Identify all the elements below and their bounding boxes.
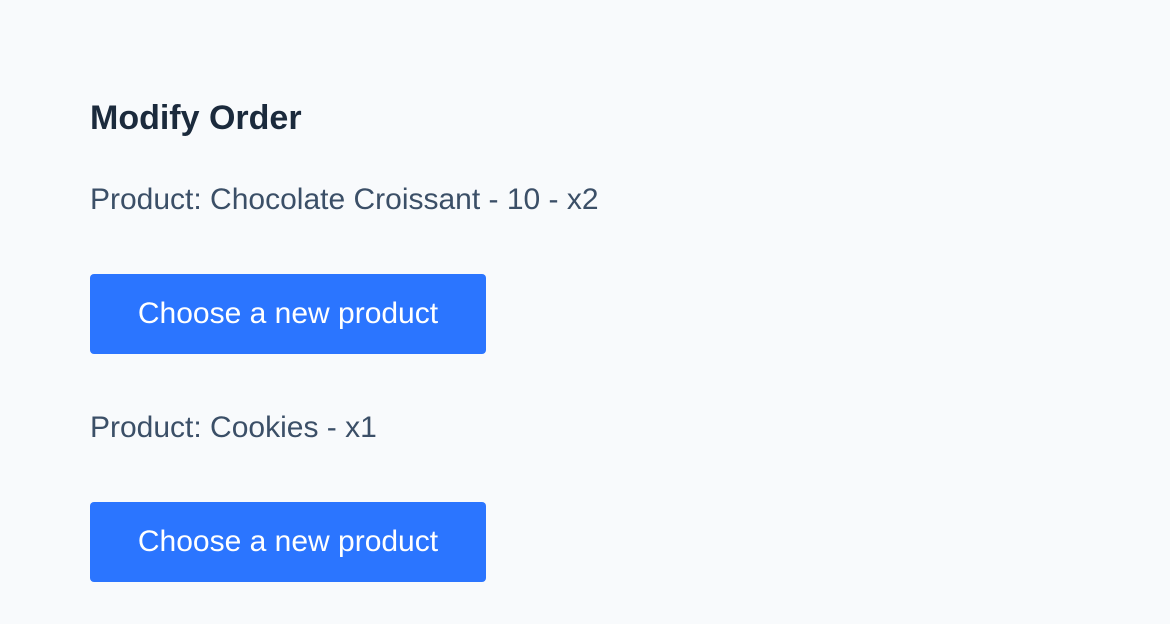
order-item: Product: Cookies - x1 Choose a new produ… <box>90 408 990 582</box>
choose-new-product-button[interactable]: Choose a new product <box>90 502 486 582</box>
product-label: Product: Chocolate Croissant - 10 - x2 <box>90 183 599 216</box>
product-label: Product: Cookies - x1 <box>90 411 377 444</box>
page-title: Modify Order <box>90 99 302 137</box>
modify-order-panel: Modify Order Product: Chocolate Croissan… <box>90 96 990 582</box>
order-item: Product: Chocolate Croissant - 10 - x2 C… <box>90 180 990 354</box>
choose-new-product-button[interactable]: Choose a new product <box>90 274 486 354</box>
